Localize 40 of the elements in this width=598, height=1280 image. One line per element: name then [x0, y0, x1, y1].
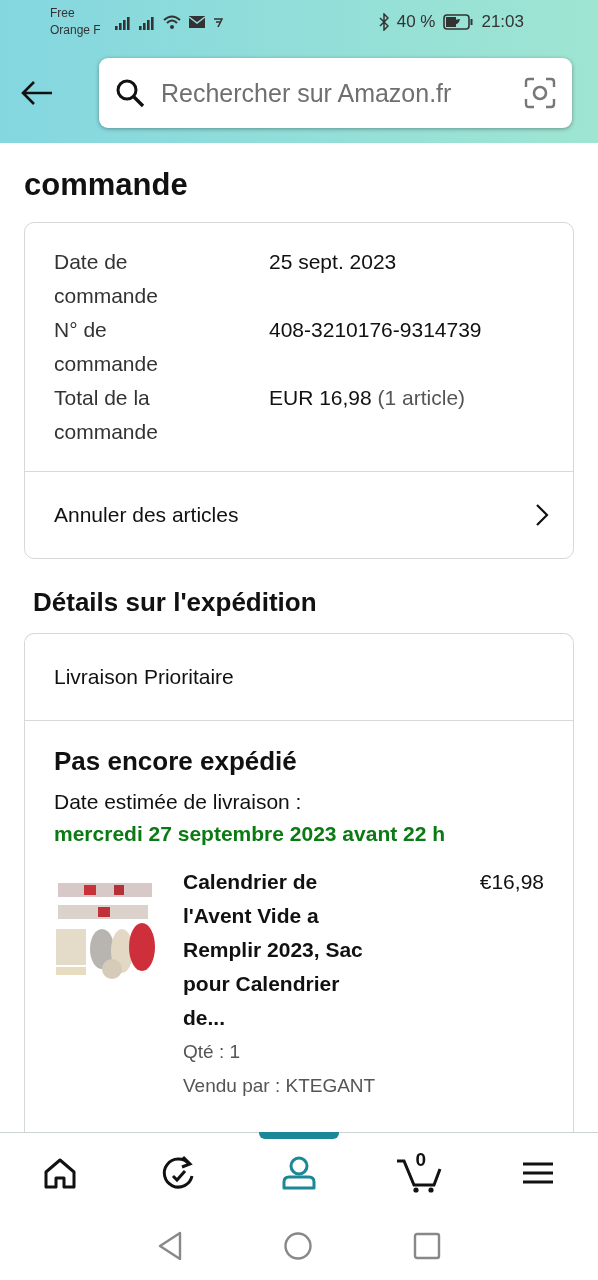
- delivery-estimate-label: Date estimée de livraison :: [54, 789, 303, 815]
- bluetooth-icon: [378, 13, 389, 31]
- shipment-status: Pas encore expédié: [54, 745, 298, 778]
- notification-icon: [212, 16, 223, 28]
- seller-text: Vendu par : KTEGANT: [183, 1074, 377, 1098]
- back-arrow-icon[interactable]: [20, 80, 54, 106]
- field-value: 25 sept. 2023: [269, 249, 397, 275]
- recents-square-icon[interactable]: [413, 1232, 441, 1260]
- product-price: €16,98: [479, 869, 544, 895]
- menu-icon[interactable]: [522, 1160, 555, 1185]
- battery-icon: [443, 14, 474, 30]
- field-label: N° de commande: [54, 317, 159, 377]
- chevron-right-icon: [535, 503, 549, 527]
- user-icon[interactable]: [281, 1154, 317, 1191]
- shipping-method: Livraison Prioritaire: [25, 634, 573, 721]
- search-icon: [115, 78, 145, 108]
- signal-icon: [114, 14, 131, 30]
- signal-icon: [138, 14, 155, 30]
- field-label: Date de commande: [54, 249, 159, 309]
- field-value: EUR 16,98 (1 article): [269, 385, 466, 411]
- cancel-items-link[interactable]: Annuler des articles: [25, 471, 573, 558]
- back-triangle-icon[interactable]: [157, 1231, 183, 1261]
- wifi-icon: [162, 14, 181, 30]
- carrier-name: Free: [50, 5, 76, 22]
- search-bar[interactable]: Rechercher sur Amazon.fr: [99, 58, 572, 128]
- home-icon[interactable]: [42, 1156, 77, 1189]
- clock-time: 21:03: [481, 12, 524, 32]
- section-heading: Détails sur l'expédition: [33, 586, 318, 619]
- search-field[interactable]: Rechercher sur Amazon.fr: [161, 78, 524, 108]
- battery-percent: 40 %: [396, 12, 436, 32]
- field-label: Total de la commande: [54, 385, 159, 445]
- product-title[interactable]: Calendrier de l'Avent Vide a Remplir 2023, Sac pour Calendrier de...: [183, 865, 379, 1035]
- delivery-date: mercredi 27 septembre 2023 avant 22 h: [54, 821, 447, 847]
- mail-icon: [188, 16, 205, 28]
- quantity-text: Qté : 1: [183, 1040, 242, 1064]
- home-circle-icon[interactable]: [283, 1231, 313, 1261]
- field-value: 408-3210176-9314739: [269, 317, 482, 343]
- carrier-name: Orange F: [50, 22, 101, 39]
- camera-scan-icon[interactable]: [524, 77, 556, 109]
- page-heading: commande: [24, 166, 189, 204]
